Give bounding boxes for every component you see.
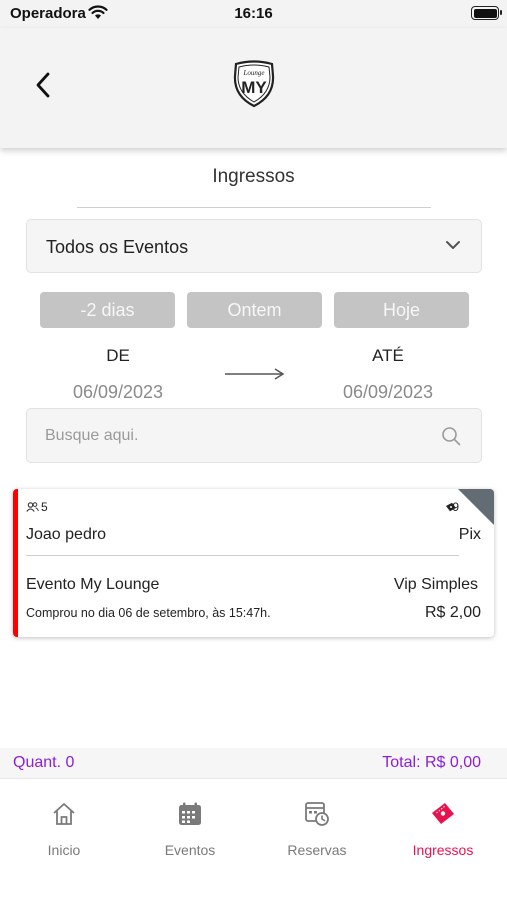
ticket-count: 9 [452, 500, 459, 514]
tab-ingressos-label: Ingressos [412, 842, 474, 858]
search-icon[interactable] [441, 426, 461, 446]
tab-eventos-label: Eventos [164, 842, 216, 858]
summary-total: Total: R$ 0,00 [382, 754, 481, 771]
app-header: Lounge MY [0, 28, 507, 148]
back-button[interactable] [28, 68, 58, 102]
tab-reservas[interactable]: Reservas [254, 779, 380, 869]
quick-date-yesterday-button[interactable]: Ontem [187, 292, 322, 328]
ticket-event-name: Evento My Lounge [26, 576, 160, 593]
clock-time: 16:16 [234, 5, 273, 22]
event-select-dropdown[interactable]: Todos os Eventos [26, 219, 482, 273]
ticket-card[interactable]: 5 9 Joao pedro Pix Evento My Lounge Vip … [13, 489, 494, 637]
svg-text:MY: MY [241, 78, 267, 97]
date-to-label: ATÉ [372, 346, 404, 365]
summary-quantity: Quant. 0 [13, 754, 75, 771]
reservations-icon [305, 802, 329, 826]
ticket-divider [26, 555, 459, 556]
chevron-down-icon [446, 241, 460, 249]
my-lounge-logo: Lounge MY [233, 60, 275, 108]
tab-eventos[interactable]: Eventos [127, 779, 253, 869]
svg-text:Lounge: Lounge [243, 69, 265, 77]
date-from-label: DE [106, 346, 130, 365]
date-from-field[interactable]: 06/09/2023 [38, 382, 198, 403]
people-count: 5 [41, 500, 48, 514]
quick-date-today-button[interactable]: Hoje [334, 292, 469, 328]
tab-inicio-label: Inicio [47, 842, 81, 858]
event-select-value: Todos os Eventos [46, 237, 189, 257]
ticket-buyer-name: Joao pedro [26, 526, 107, 543]
search-box [26, 408, 482, 463]
date-to-field[interactable]: 06/09/2023 [308, 382, 468, 403]
quick-date-minus-2-days-button[interactable]: -2 dias [40, 292, 175, 328]
battery-icon [471, 6, 502, 20]
summary-bar: Quant. 0 Total: R$ 0,00 [0, 748, 507, 778]
page-title: Ingressos [212, 166, 295, 187]
status-bar: Operadora 16:16 [0, 0, 507, 28]
arrow-right-icon [225, 368, 285, 380]
ticket-price: R$ 2,00 [424, 604, 481, 621]
search-input[interactable] [45, 409, 425, 462]
tab-reservas-label: Reservas [287, 842, 347, 858]
title-divider [77, 207, 431, 208]
chevron-left-icon [36, 72, 50, 98]
tab-ingressos[interactable]: Ingressos [380, 779, 506, 869]
ticket-status-accent [13, 489, 18, 637]
home-icon [53, 803, 75, 825]
ticket-payment-method: Pix [458, 526, 481, 543]
bottom-tab-bar: Inicio Eventos Reservas Ingressos [0, 778, 507, 900]
ticket-purchase-date: Comprou no dia 06 de setembro, às 15:47h… [26, 606, 271, 620]
calendar-icon [179, 802, 201, 825]
tab-inicio[interactable]: Inicio [1, 779, 127, 869]
ticket-icon [432, 803, 454, 824]
ticket-corner-marker [458, 489, 494, 525]
people-icon [26, 502, 39, 512]
ticket-type: Vip Simples [393, 576, 478, 593]
